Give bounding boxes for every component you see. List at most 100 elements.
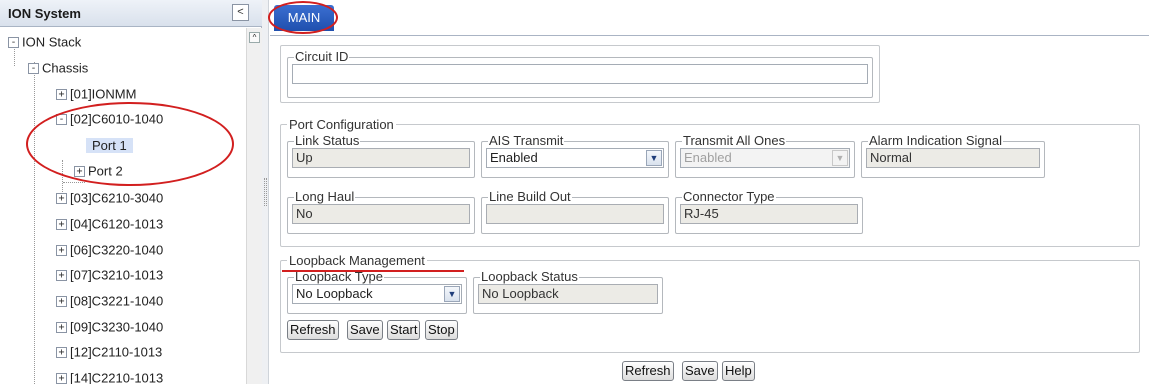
expand-icon[interactable]: + [56, 347, 67, 359]
loopback-type-select[interactable]: No Loopback ▼ [292, 284, 462, 304]
tree-node-04-c6120[interactable]: + [04]C6120-1013 [56, 214, 163, 234]
long-haul-group: Long Haul No [287, 190, 475, 234]
tree-node-03-c6210[interactable]: + [03]C6210-3040 [56, 188, 163, 208]
loopback-save-button[interactable]: Save [347, 320, 383, 340]
loopback-type-selected-value: No Loopback [296, 286, 373, 301]
transmit-all-ones-select: Enabled ▼ [680, 148, 850, 168]
chevron-down-icon: ▼ [832, 150, 848, 166]
scroll-up-icon[interactable]: ^ [249, 32, 260, 43]
line-build-out-label: Line Build Out [489, 189, 571, 204]
ais-transmit-selected-value: Enabled [490, 150, 538, 165]
loopback-status-label: Loopback Status [481, 269, 578, 284]
expand-icon[interactable]: + [56, 322, 67, 334]
tree-node-01-ionmm[interactable]: + [01]IONMM [56, 84, 136, 104]
loopback-stop-button[interactable]: Stop [425, 320, 458, 340]
tree-node-08-c3221[interactable]: + [08]C3221-1040 [56, 291, 163, 311]
loopback-status-value: No Loopback [478, 284, 658, 304]
refresh-button[interactable]: Refresh [622, 361, 674, 381]
tree-node-port-2[interactable]: + Port 2 [74, 161, 123, 181]
transmit-all-ones-label: Transmit All Ones [683, 133, 786, 148]
circuit-id-section: Circuit ID [280, 45, 880, 103]
tree-node-06-c3220[interactable]: + [06]C3220-1040 [56, 240, 163, 260]
expand-icon[interactable]: + [56, 270, 67, 282]
tree-node-label: Port 1 [86, 137, 133, 153]
connector-type-label: Connector Type [683, 189, 775, 204]
collapse-icon[interactable]: - [28, 63, 39, 75]
loopback-status-group: Loopback Status No Loopback [473, 270, 663, 314]
tree-node-port-1[interactable]: Port 1 [86, 135, 133, 155]
annotation-underline [282, 270, 464, 272]
link-status-label: Link Status [295, 133, 360, 148]
loopback-type-group: Loopback Type No Loopback ▼ [287, 270, 467, 314]
tab-bar: MAIN [268, 0, 1149, 36]
transmit-all-ones-group: Transmit All Ones Enabled ▼ [675, 134, 855, 178]
long-haul-label: Long Haul [295, 189, 355, 204]
tree-node-14-c2210[interactable]: + [14]C2210-1013 [56, 368, 163, 384]
circuit-id-field-group: Circuit ID [287, 50, 873, 98]
tree-node-label: [08]C3221-1040 [70, 293, 164, 309]
tree-node-label: [06]C3220-1040 [70, 242, 164, 258]
tree-node-chassis[interactable]: - Chassis [28, 58, 88, 78]
help-button[interactable]: Help [722, 361, 755, 381]
panel-splitter[interactable] [262, 0, 269, 384]
circuit-id-input[interactable] [292, 64, 868, 84]
splitter-grip-icon [264, 178, 267, 206]
tree-node-ion-stack[interactable]: - ION Stack [8, 32, 81, 52]
collapse-icon[interactable]: - [8, 37, 19, 49]
device-tree: - ION Stack - Chassis + [01]IONMM - [02]C601… [0, 28, 246, 384]
tree-node-label: [12]C2110-1013 [70, 344, 163, 360]
expand-icon[interactable]: + [56, 89, 67, 101]
tree-node-label: [03]C6210-3040 [70, 190, 164, 206]
chevron-down-icon[interactable]: ▼ [444, 286, 460, 302]
tree-node-label: [07]C3210-1013 [70, 267, 164, 283]
tree-node-12-c2110[interactable]: + [12]C2110-1013 [56, 342, 162, 362]
loopback-management-title: Loopback Management [289, 253, 425, 268]
tree-node-label: Chassis [42, 60, 89, 76]
line-build-out-value [486, 204, 664, 224]
chevron-down-icon[interactable]: ▼ [646, 150, 662, 166]
expand-icon[interactable]: + [56, 296, 67, 308]
collapse-panel-button[interactable]: < [232, 4, 249, 21]
tree-node-label: [09]C3230-1040 [70, 319, 164, 335]
loopback-start-button[interactable]: Start [387, 320, 421, 340]
expand-icon[interactable]: + [56, 373, 67, 384]
transmit-all-ones-selected-value: Enabled [684, 150, 732, 165]
loopback-type-label: Loopback Type [295, 269, 383, 284]
tree-node-label: [02]C6010-1040 [70, 111, 164, 127]
line-build-out-group: Line Build Out [481, 190, 669, 234]
port-configuration-section: Port Configuration Link Status Up AIS Tr… [280, 117, 1140, 247]
ais-transmit-group: AIS Transmit Enabled ▼ [481, 134, 669, 178]
connector-type-value: RJ-45 [680, 204, 858, 224]
circuit-id-label: Circuit ID [295, 49, 349, 64]
connector-type-group: Connector Type RJ-45 [675, 190, 863, 234]
save-button[interactable]: Save [682, 361, 718, 381]
loopback-refresh-button[interactable]: Refresh [287, 320, 339, 340]
alarm-indication-signal-label: Alarm Indication Signal [869, 133, 1002, 148]
main-content: Circuit ID Port Configuration Link Statu… [270, 37, 1149, 384]
expand-icon[interactable]: + [74, 166, 85, 178]
ais-transmit-select[interactable]: Enabled ▼ [486, 148, 664, 168]
collapse-icon[interactable]: - [56, 114, 67, 126]
tab-main[interactable]: MAIN [274, 5, 334, 31]
expand-icon[interactable]: + [56, 245, 67, 257]
tree-node-09-c3230[interactable]: + [09]C3230-1040 [56, 317, 163, 337]
port-configuration-title: Port Configuration [289, 117, 394, 132]
tree-panel-header: ION System < [0, 0, 262, 27]
alarm-indication-signal-group: Alarm Indication Signal Normal [861, 134, 1045, 178]
long-haul-value: No [292, 204, 470, 224]
tree-node-label: ION Stack [22, 34, 82, 50]
tree-node-label: [14]C2210-1013 [70, 370, 164, 384]
link-status-value: Up [292, 148, 470, 168]
tree-node-02-c6010[interactable]: - [02]C6010-1040 [56, 109, 163, 129]
navigation-tree-panel: ION System < - ION Stack - Chassis + [01]IO… [0, 0, 262, 384]
loopback-management-section: Loopback Management Loopback Type No Loo… [280, 253, 1140, 353]
expand-icon[interactable]: + [56, 219, 67, 231]
tree-scrollbar[interactable]: ^ [246, 28, 262, 384]
tree-node-label: [04]C6120-1013 [70, 216, 164, 232]
tree-panel-title: ION System [8, 6, 81, 21]
ais-transmit-label: AIS Transmit [489, 133, 564, 148]
tree-node-label: [01]IONMM [70, 86, 137, 102]
tree-node-07-c3210[interactable]: + [07]C3210-1013 [56, 265, 163, 285]
expand-icon[interactable]: + [56, 193, 67, 205]
tree-node-label: Port 2 [88, 163, 123, 179]
